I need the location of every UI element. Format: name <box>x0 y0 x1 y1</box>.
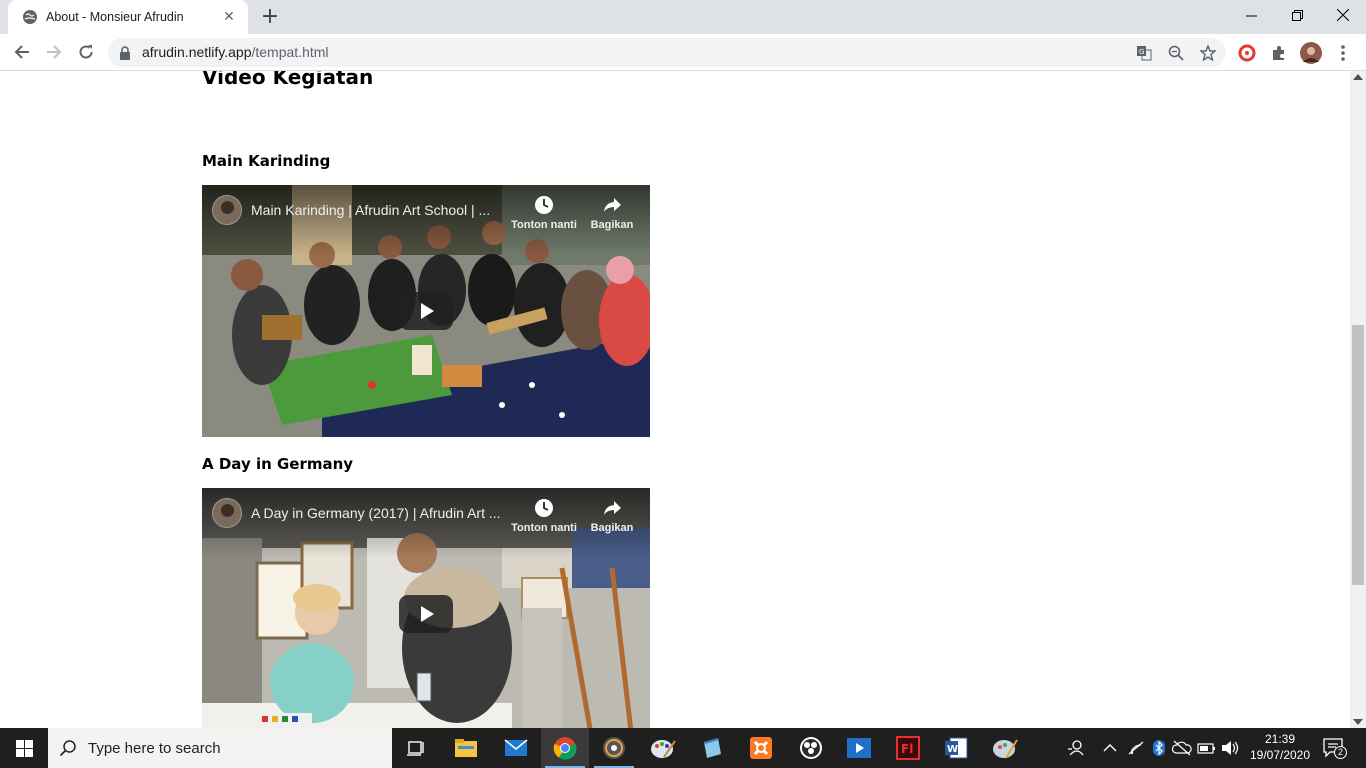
video-section-title: Main Karinding <box>202 152 331 170</box>
browser-toolbar: afrudin.netlify.app/tempat.html G <box>0 34 1366 71</box>
channel-avatar[interactable] <box>212 195 242 225</box>
people-icon[interactable] <box>1065 738 1085 758</box>
share-label: Bagikan <box>590 522 634 534</box>
bookmark-star-icon[interactable] <box>1198 43 1218 63</box>
windows-logo-icon <box>15 739 33 757</box>
share-button[interactable]: Bagikan <box>577 195 647 231</box>
profile-avatar[interactable] <box>1300 42 1322 64</box>
watch-later-button[interactable]: Tonton nanti <box>509 195 579 231</box>
wifi-icon[interactable] <box>1126 738 1146 758</box>
page-viewport: Video Kegiatan Main Karinding Main Karin… <box>0 71 1350 728</box>
search-icon <box>48 739 88 757</box>
chevron-up-icon[interactable] <box>1100 738 1120 758</box>
bluetooth-icon[interactable] <box>1149 738 1169 758</box>
close-tab-icon[interactable]: ✕ <box>220 8 238 26</box>
svg-text:Fl: Fl <box>901 742 913 756</box>
share-label: Bagikan <box>590 219 634 231</box>
chrome-icon[interactable] <box>541 728 589 768</box>
close-window-button[interactable] <box>1320 0 1366 30</box>
url-text[interactable]: afrudin.netlify.app/tempat.html <box>142 44 329 60</box>
clock-icon <box>534 195 554 215</box>
start-button[interactable] <box>0 728 48 768</box>
notification-center-button[interactable]: 2 <box>1322 737 1347 759</box>
video-editor-icon[interactable] <box>835 728 883 768</box>
browser-title-bar: About - Monsieur Afrudin ✕ + <box>0 0 1366 34</box>
svg-text:G: G <box>1139 48 1144 56</box>
windows-taskbar: Type here to search Fl W 21:39 19/07/202… <box>0 728 1366 768</box>
share-arrow-icon <box>602 498 622 518</box>
video-embed-karinding[interactable]: Main Karinding | Afrudin Art School | ..… <box>202 185 650 437</box>
lock-icon[interactable] <box>119 45 131 64</box>
notepad-icon[interactable] <box>688 728 736 768</box>
paint-3d-icon[interactable] <box>981 728 1029 768</box>
zoom-icon[interactable] <box>1166 43 1186 63</box>
address-bar[interactable]: afrudin.netlify.app/tempat.html G <box>108 38 1226 67</box>
watch-later-label: Tonton nanti <box>511 522 577 534</box>
system-clock[interactable]: 21:39 19/07/2020 <box>1248 731 1312 763</box>
menu-dots-icon[interactable] <box>1332 42 1354 64</box>
scroll-down-arrow-icon[interactable] <box>1353 719 1363 725</box>
clock-time: 21:39 <box>1264 732 1296 746</box>
share-arrow-icon <box>602 195 622 215</box>
media-player-icon[interactable] <box>590 728 638 768</box>
paint-icon[interactable] <box>639 728 687 768</box>
notification-badge: 2 <box>1334 746 1347 759</box>
mail-icon[interactable] <box>492 728 540 768</box>
battery-icon[interactable] <box>1197 738 1217 758</box>
minimize-button[interactable] <box>1228 0 1274 30</box>
url-host: afrudin.netlify.app <box>142 44 252 60</box>
task-view-icon[interactable] <box>392 728 440 768</box>
share-button[interactable]: Bagikan <box>577 498 647 534</box>
browser-tab[interactable]: About - Monsieur Afrudin ✕ <box>8 0 248 34</box>
play-button[interactable] <box>399 292 453 330</box>
scroll-thumb[interactable] <box>1352 325 1364 585</box>
cloud-offline-icon[interactable] <box>1172 738 1192 758</box>
flash-icon[interactable]: Fl <box>884 728 932 768</box>
word-icon[interactable]: W <box>932 728 980 768</box>
video-embed-germany[interactable]: A Day in Germany (2017) | Afrudin Art ..… <box>202 488 650 728</box>
volume-icon[interactable] <box>1220 738 1240 758</box>
watch-later-button[interactable]: Tonton nanti <box>509 498 579 534</box>
xampp-icon[interactable] <box>737 728 785 768</box>
page-scrollbar[interactable] <box>1350 71 1366 728</box>
channel-avatar[interactable] <box>212 498 242 528</box>
video-section-title: A Day in Germany <box>202 455 354 473</box>
clock-icon <box>534 498 554 518</box>
page-heading: Video Kegiatan <box>202 71 374 89</box>
play-button[interactable] <box>399 595 453 633</box>
clock-date: 19/07/2020 <box>1249 748 1311 762</box>
globe-icon <box>22 9 38 25</box>
obs-icon[interactable] <box>787 728 835 768</box>
url-path: /tempat.html <box>251 44 329 60</box>
restore-button[interactable] <box>1274 0 1320 30</box>
watch-later-label: Tonton nanti <box>511 219 577 231</box>
svg-text:W: W <box>947 744 958 755</box>
video-title[interactable]: Main Karinding | Afrudin Art School | ..… <box>251 202 501 218</box>
video-title[interactable]: A Day in Germany (2017) | Afrudin Art ..… <box>251 505 501 521</box>
back-button[interactable] <box>8 38 36 66</box>
scroll-up-arrow-icon[interactable] <box>1353 74 1363 80</box>
tab-title: About - Monsieur Afrudin <box>46 10 184 24</box>
search-placeholder: Type here to search <box>88 739 221 757</box>
extension-red-icon[interactable] <box>1236 42 1258 64</box>
reload-button[interactable] <box>72 38 100 66</box>
taskbar-search[interactable]: Type here to search <box>48 728 392 768</box>
new-tab-button[interactable]: + <box>259 6 281 28</box>
translate-icon[interactable]: G <box>1134 43 1154 63</box>
file-explorer-icon[interactable] <box>442 728 490 768</box>
extensions-puzzle-icon[interactable] <box>1268 42 1290 64</box>
forward-button[interactable] <box>40 38 68 66</box>
